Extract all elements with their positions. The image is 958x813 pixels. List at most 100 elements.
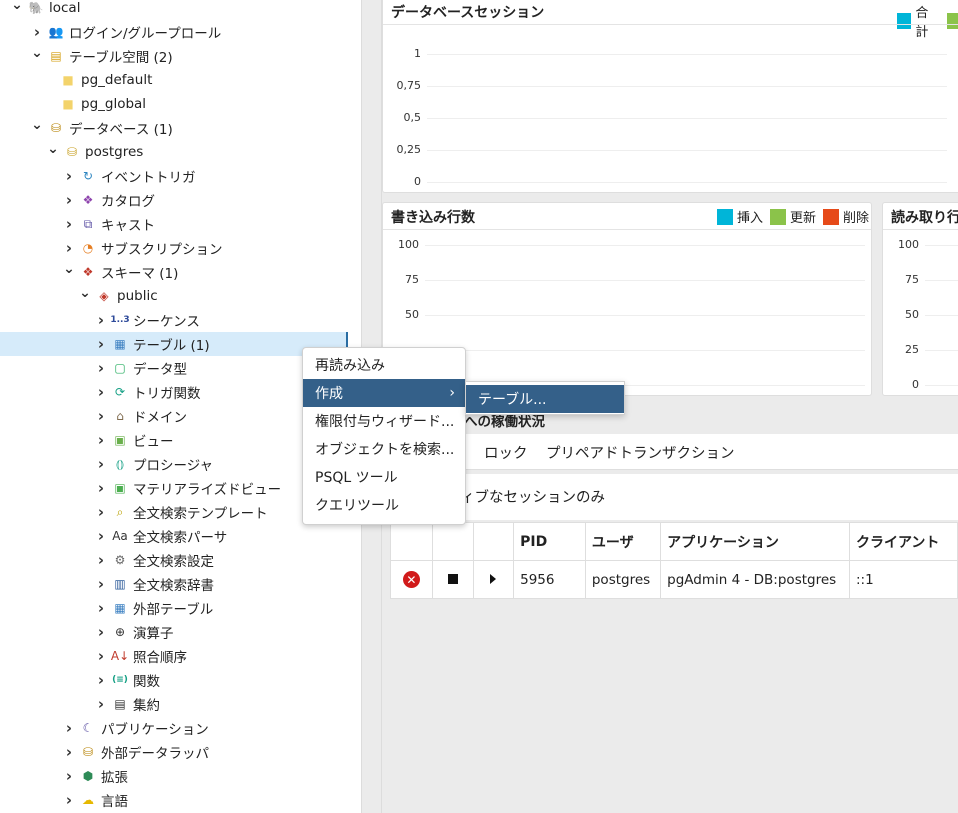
tree-item-fts-parser[interactable]: › Aa 全文検索パーサ <box>0 524 346 548</box>
chevron-right-icon[interactable]: › <box>62 191 76 209</box>
tree-item-folder[interactable]: ■ pg_global <box>0 92 346 116</box>
foreign-table-icon: ▦ <box>114 601 126 615</box>
tree-item-datatype[interactable]: › ▢ データ型 <box>0 356 346 380</box>
tree-item-function[interactable]: › (≡) 関数 <box>0 668 346 692</box>
sessions-table: PID ユーザ アプリケーション クライアント ✕ 5956 postgres … <box>390 522 958 599</box>
chevron-right-icon[interactable]: › <box>94 455 108 473</box>
tree-item-schema[interactable]: ⌄ ◈ public <box>0 284 346 308</box>
col-cancel <box>390 522 433 561</box>
tree-item-language[interactable]: › ☁ 言語 <box>0 788 346 812</box>
tab-prepared-transactions[interactable]: プリペアドトランザクション <box>546 442 735 463</box>
tree-item-fdw[interactable]: › ⛁ 外部データラッパ <box>0 740 346 764</box>
chevron-right-icon[interactable]: › <box>62 791 76 809</box>
tree-item-cast[interactable]: › ⧉ キャスト <box>0 212 346 236</box>
tree-item-fts-template[interactable]: › ⌕ 全文検索テンプレート <box>0 500 346 524</box>
tree-item-view[interactable]: › ▣ ビュー <box>0 428 346 452</box>
tree-item-operator[interactable]: › ⊕ 演算子 <box>0 620 346 644</box>
chevron-right-icon[interactable]: › <box>94 647 108 665</box>
chevron-right-icon[interactable]: › <box>94 575 108 593</box>
expand-details-icon[interactable] <box>490 573 497 584</box>
chevron-right-icon[interactable]: › <box>94 671 108 689</box>
col-user[interactable]: ユーザ <box>584 522 662 561</box>
tree-item-publication[interactable]: › ☾ パブリケーション <box>0 716 346 740</box>
submenu-item-table[interactable]: テーブル... <box>466 385 624 413</box>
tree-item-folder[interactable]: ■ pg_default <box>0 68 346 92</box>
tree-item-procedure[interactable]: › ⦅⦆ プロシージャ <box>0 452 346 476</box>
chevron-right-icon[interactable]: › <box>94 623 108 641</box>
menu-item-query-tool[interactable]: クエリツール <box>303 491 465 519</box>
chevron-right-icon[interactable]: › <box>62 719 76 737</box>
col-pid[interactable]: PID <box>513 522 586 561</box>
tree-item-roles[interactable]: › 👥 ログイン/グループロール <box>0 20 346 44</box>
terminate-session-icon[interactable] <box>447 573 458 584</box>
y-gridline <box>925 385 958 386</box>
cancel-query-icon[interactable]: ✕ <box>402 571 420 588</box>
chevron-down-icon[interactable]: ⌄ <box>30 45 44 61</box>
tree-item-trigger-function[interactable]: › ⟳ トリガ関数 <box>0 380 346 404</box>
tree-item-postgres-elephant[interactable]: ⌄ 🐘 local <box>0 0 346 20</box>
y-tick-label: 75 <box>905 273 919 286</box>
col-application[interactable]: アプリケーション <box>660 522 850 561</box>
tree-item-database[interactable]: ⌄ ⛁ postgres <box>0 140 346 164</box>
tab-locks[interactable]: ロック <box>484 442 528 463</box>
chevron-right-icon[interactable]: › <box>30 23 44 41</box>
tree-item-materialized-view[interactable]: › ▣ マテリアライズドビュー <box>0 476 346 500</box>
tree-item-fts-config[interactable]: › ⚙ 全文検索設定 <box>0 548 346 572</box>
tree-item-event-trigger[interactable]: › ↻ イベントトリガ <box>0 164 346 188</box>
legend-delete-swatch <box>823 208 840 225</box>
chevron-right-icon[interactable]: › <box>94 503 108 521</box>
y-gridline <box>425 280 865 281</box>
chevron-right-icon[interactable]: › <box>94 335 108 353</box>
tree-item-tablespaces[interactable]: ⌄ ▤ テーブル空間 (2) <box>0 44 346 68</box>
menu-item-psql-tool[interactable]: PSQL ツール <box>303 463 465 491</box>
chevron-right-icon[interactable]: › <box>94 599 108 617</box>
chevron-right-icon[interactable]: › <box>94 383 108 401</box>
chevron-down-icon[interactable]: ⌄ <box>62 261 76 277</box>
chevron-right-icon[interactable]: › <box>94 311 108 329</box>
tree-item-databases[interactable]: ⌄ ⛁ データベース (1) <box>0 116 346 140</box>
tree-item-table[interactable]: › ▦ テーブル (1) <box>0 332 348 356</box>
chevron-right-icon[interactable]: › <box>94 407 108 425</box>
chevron-right-icon[interactable]: › <box>94 359 108 377</box>
legend-delete-label: 削除 <box>843 211 870 226</box>
menu-item-search-objects[interactable]: オブジェクトを検索... <box>303 435 465 463</box>
active-sessions-filter[interactable]: ィブなセッションのみ <box>390 474 958 520</box>
chevron-down-icon[interactable]: ⌄ <box>30 117 44 133</box>
menu-item-refresh[interactable]: 再読み込み <box>303 351 465 379</box>
legend-total-label: 合計 <box>915 6 929 40</box>
chevron-right-icon[interactable]: › <box>62 767 76 785</box>
table-icon: ▦ <box>114 337 126 351</box>
tree-item-subscription[interactable]: › ◔ サブスクリプション <box>0 236 346 260</box>
menu-item-grant-wizard[interactable]: 権限付与ウィザード... <box>303 407 465 435</box>
tree-item-label: パブリケーション <box>101 722 209 738</box>
tree-item-extension[interactable]: › ⬢ 拡張 <box>0 764 346 788</box>
menu-item-create[interactable]: 作成 › <box>303 379 465 407</box>
chevron-right-icon[interactable]: › <box>94 695 108 713</box>
tree-item-label: postgres <box>85 144 144 160</box>
tree-item-fts-dictionary[interactable]: › ▥ 全文検索辞書 <box>0 572 346 596</box>
y-tick-label: 0 <box>912 378 919 391</box>
chevron-right-icon[interactable]: › <box>94 551 108 569</box>
col-client[interactable]: クライアント <box>848 522 958 561</box>
chevron-down-icon[interactable]: ⌄ <box>10 0 24 13</box>
chevron-right-icon[interactable]: › <box>94 431 108 449</box>
tree-item-schemas[interactable]: ⌄ ❖ スキーマ (1) <box>0 260 346 284</box>
chevron-right-icon[interactable]: › <box>62 167 76 185</box>
chevron-right-icon[interactable]: › <box>94 527 108 545</box>
tree-item-domain[interactable]: › ⌂ ドメイン <box>0 404 346 428</box>
tree-item-label: 全文検索テンプレート <box>133 506 268 522</box>
tree-item-collation[interactable]: › A↓ 照合順序 <box>0 644 346 668</box>
chevron-right-icon[interactable]: › <box>94 479 108 497</box>
chevron-down-icon[interactable]: ⌄ <box>78 285 92 301</box>
tree-item-catalog[interactable]: › ❖ カタログ <box>0 188 346 212</box>
terminate-cell <box>431 560 474 599</box>
tree-item-sequence[interactable]: › 1..3 シーケンス <box>0 308 346 332</box>
chevron-right-icon[interactable]: › <box>62 239 76 257</box>
chevron-down-icon[interactable]: ⌄ <box>46 141 60 157</box>
tree-item-label: 全文検索パーサ <box>133 530 228 546</box>
chevron-right-icon[interactable]: › <box>62 215 76 233</box>
tree-item-aggregate[interactable]: › ▤ 集約 <box>0 692 346 716</box>
chevron-right-icon[interactable]: › <box>62 743 76 761</box>
tree-item-foreign-table[interactable]: › ▦ 外部テーブル <box>0 596 346 620</box>
